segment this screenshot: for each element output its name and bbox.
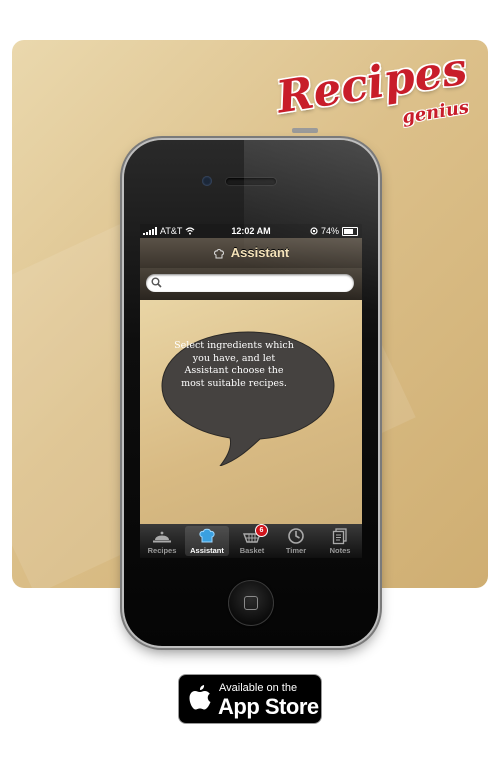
chef-hat-icon <box>213 248 224 259</box>
tab-recipes[interactable]: Recipes <box>140 524 184 558</box>
search-field[interactable] <box>146 274 354 292</box>
tab-notes-label: Notes <box>329 546 351 555</box>
assistant-hint-text: Select ingredients which you have, and l… <box>174 340 294 389</box>
clock-icon <box>288 528 304 544</box>
tab-assistant-label: Assistant <box>190 546 224 555</box>
basket-badge: 6 <box>255 524 268 537</box>
earpiece-speaker <box>226 178 276 185</box>
front-camera <box>202 176 212 186</box>
search-icon <box>151 277 162 288</box>
phone-screen: AT&T 12:02 AM 74% Assistant Select ingre… <box>140 224 362 558</box>
apple-icon <box>189 685 211 710</box>
navigation-bar: Assistant <box>140 238 362 269</box>
tab-basket[interactable]: 6 Basket <box>230 524 274 558</box>
nav-title-text: Assistant <box>230 245 290 260</box>
battery-percent: 74% <box>320 226 339 236</box>
tab-timer-label: Timer <box>285 546 307 555</box>
tab-basket-label: Basket <box>239 546 265 555</box>
nav-title: Assistant <box>140 245 362 260</box>
assistant-content: Select ingredients which you have, and l… <box>140 300 362 524</box>
battery-icon <box>342 226 358 236</box>
search-bar <box>140 268 362 300</box>
notes-icon <box>332 528 347 545</box>
chef-hat-icon <box>199 528 215 543</box>
status-bar: AT&T 12:02 AM 74% <box>140 224 362 238</box>
cloche-icon <box>153 531 171 543</box>
tab-notes[interactable]: Notes <box>318 524 362 558</box>
app-store-badge[interactable]: Available on the App Store <box>179 675 321 723</box>
recipes-genius-logo: Recipes genius <box>273 43 476 140</box>
appstore-line2: App Store <box>218 694 319 719</box>
search-input[interactable] <box>166 275 348 291</box>
rotation-lock-icon <box>310 227 318 235</box>
tab-timer[interactable]: Timer <box>274 524 318 558</box>
tab-bar: Recipes Assistant 6 Basket Timer Notes <box>140 524 362 558</box>
phone-power-button <box>292 128 318 133</box>
iphone-frame: AT&T 12:02 AM 74% Assistant Select ingre… <box>124 140 378 646</box>
appstore-line1: Available on the <box>219 682 298 694</box>
tab-recipes-label: Recipes <box>147 546 177 555</box>
home-button <box>228 580 274 626</box>
tab-assistant[interactable]: Assistant <box>185 526 229 556</box>
